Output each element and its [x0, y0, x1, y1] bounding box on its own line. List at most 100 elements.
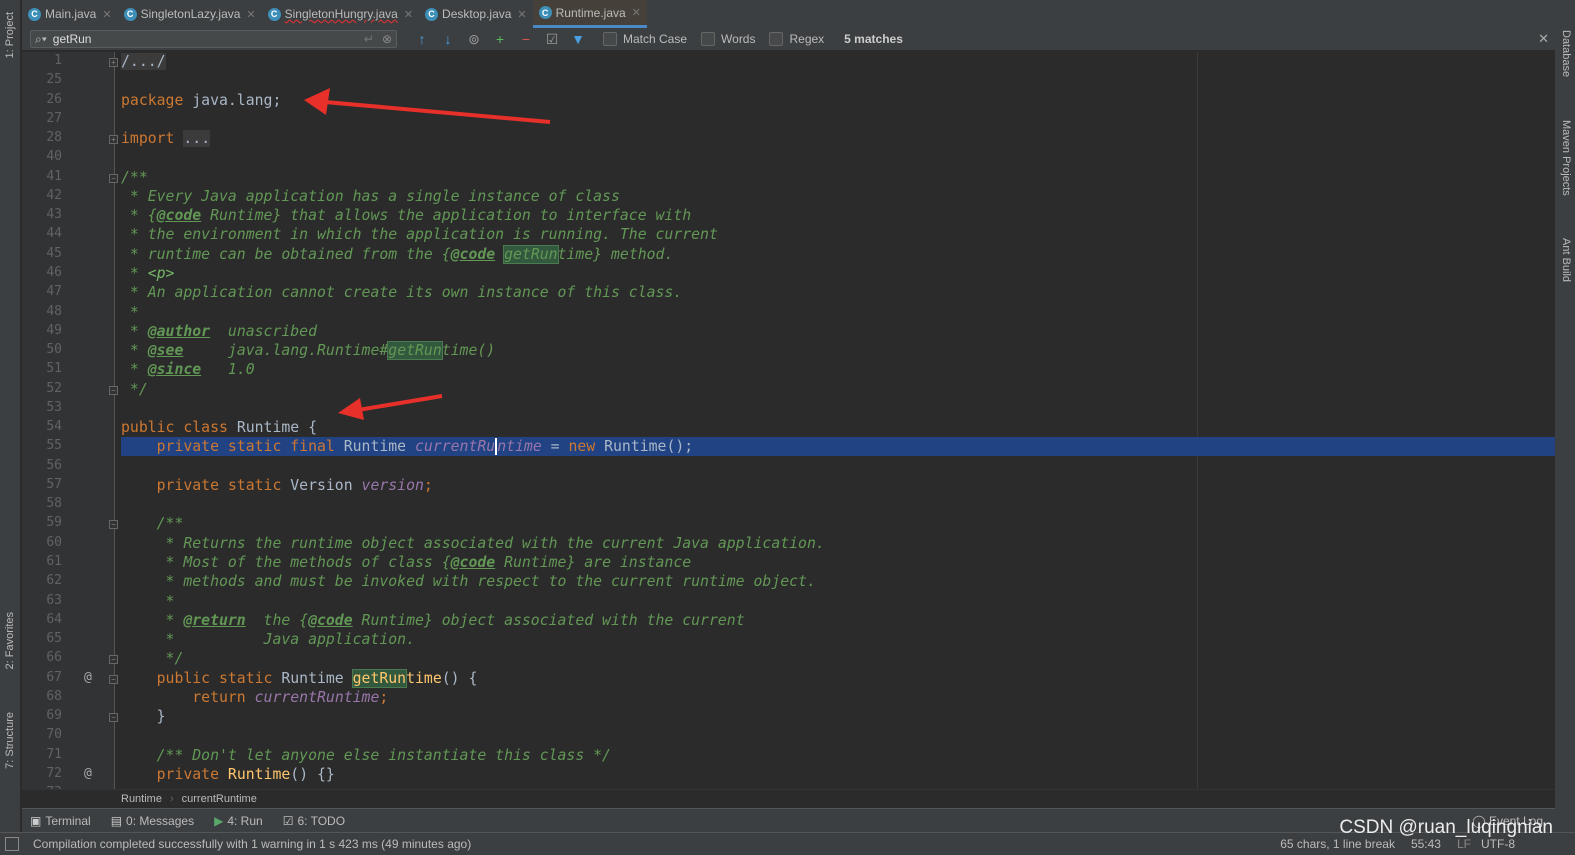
tab-singletonhungry-java[interactable]: C SingletonHungry.java ✕	[262, 0, 419, 28]
words-checkbox[interactable]: Words	[701, 32, 755, 46]
fold-marker-icon[interactable]: −	[109, 674, 118, 684]
code-line[interactable]: * runtime can be obtained from the {@cod…	[121, 244, 1555, 264]
code-token: new	[568, 438, 596, 456]
clear-icon[interactable]: ⊗	[382, 32, 392, 46]
ant-build-tool-button[interactable]: Ant Build	[1560, 238, 1572, 282]
code-line[interactable]: /.../	[121, 52, 1555, 71]
code-line[interactable]: /** Don't let anyone else instantiate th…	[121, 746, 1555, 765]
select-all-occurrences-icon[interactable]: ☑	[541, 29, 563, 49]
code-line[interactable]: public static Runtime getRuntime() {	[121, 668, 1555, 688]
code-line[interactable]: * @return the {@code Runtime} object ass…	[121, 611, 1555, 630]
line-number: 42	[46, 187, 62, 203]
code-line[interactable]: * methods and must be invoked with respe…	[121, 572, 1555, 591]
code-line[interactable]	[121, 457, 1555, 476]
breadcrumb: Runtime › currentRuntime	[22, 789, 1555, 808]
next-match-icon[interactable]: ↓	[437, 29, 459, 49]
match-case-checkbox[interactable]: Match Case	[603, 32, 687, 46]
code-line[interactable]: public class Runtime {	[121, 418, 1555, 437]
remove-selection-icon[interactable]: −	[515, 29, 537, 49]
code-line[interactable]: private static final Runtime currentRu nt…	[121, 437, 1555, 457]
code-line[interactable]: package java.lang;	[121, 91, 1555, 110]
close-tab-icon[interactable]: ✕	[102, 8, 111, 21]
search-input[interactable]	[52, 32, 364, 46]
tab-singletonlazy-java[interactable]: C SingletonLazy.java ✕	[118, 0, 262, 28]
find-all-icon[interactable]: ⊚	[463, 29, 485, 49]
fold-marker-icon[interactable]: −	[109, 713, 118, 723]
code-token: currentRuntime	[254, 688, 380, 706]
close-tab-icon[interactable]: ✕	[404, 8, 413, 21]
code-line[interactable]: * <p>	[121, 264, 1555, 283]
breadcrumb-class[interactable]: Runtime	[121, 793, 162, 805]
fold-marker-icon[interactable]: −	[109, 520, 118, 530]
maven-tool-button[interactable]: Maven Projects	[1560, 120, 1572, 196]
code-line[interactable]: /**	[121, 514, 1555, 533]
tab-runtime-java[interactable]: C Runtime.java ✕	[532, 0, 647, 28]
caret-position[interactable]: 55:43	[1411, 837, 1441, 851]
close-icon[interactable]: ✕	[1538, 31, 1549, 47]
structure-tool-button[interactable]: 7: Structure	[4, 712, 16, 769]
code-line[interactable]: */	[121, 649, 1555, 668]
override-marker-icon[interactable]: @	[84, 766, 92, 781]
filter-icon[interactable]: ▼	[567, 29, 589, 49]
code-line[interactable]	[121, 399, 1555, 418]
code-line[interactable]: *	[121, 303, 1555, 322]
code-line[interactable]	[121, 726, 1555, 745]
file-encoding[interactable]: UTF-8	[1481, 837, 1515, 851]
code-line[interactable]: private static Version version;	[121, 476, 1555, 495]
code-line[interactable]: import ...	[121, 129, 1555, 148]
code-line[interactable]: * An application cannot create its own i…	[121, 283, 1555, 302]
breadcrumb-separator: ›	[169, 793, 174, 805]
tool--messages[interactable]: ▤ 0: Messages	[111, 814, 194, 828]
fold-marker-icon[interactable]: +	[109, 135, 118, 145]
search-field[interactable]: ⌕▾ ↵ ⊗	[30, 30, 397, 48]
code-line[interactable]: }	[121, 707, 1555, 726]
close-tab-icon[interactable]: ✕	[246, 8, 255, 21]
regex-checkbox[interactable]: Regex	[769, 32, 824, 46]
code-line[interactable]: * Every Java application has a single in…	[121, 187, 1555, 206]
code-line[interactable]: * @see java.lang.Runtime#getRuntime()	[121, 341, 1555, 361]
project-tool-button[interactable]: 1: Project	[4, 12, 16, 58]
code-line[interactable]: return currentRuntime;	[121, 688, 1555, 707]
favorites-tool-button[interactable]: 2: Favorites	[4, 612, 16, 669]
tab-desktop-java[interactable]: C Desktop.java ✕	[419, 0, 533, 28]
code-line[interactable]: */	[121, 380, 1555, 399]
tool-label: 4: Run	[227, 813, 263, 828]
code-token: Runtime();	[595, 438, 694, 456]
code-editor[interactable]: 1 +25 26 27 28 +40 41 − 42 43 44 45 46 47 48 49 50 51 52 − 5…	[22, 52, 1555, 789]
code-line[interactable]	[121, 71, 1555, 90]
override-marker-icon[interactable]: @	[84, 670, 92, 685]
toggle-panels-icon[interactable]	[5, 837, 19, 851]
line-separator[interactable]: LF	[1457, 837, 1471, 851]
fold-marker-icon[interactable]: −	[109, 173, 118, 183]
tool--run[interactable]: ▶ 4: Run	[214, 814, 263, 828]
left-tool-strip: 1: Project 2: Favorites 7: Structure	[0, 0, 21, 855]
code-token: time()	[441, 342, 496, 360]
database-tool-button[interactable]: Database	[1560, 30, 1572, 77]
fold-marker-icon[interactable]: −	[109, 655, 118, 665]
previous-match-icon[interactable]: ↑	[411, 29, 433, 49]
fold-marker-icon[interactable]: −	[109, 385, 118, 395]
code-line[interactable]: *	[121, 592, 1555, 611]
close-tab-icon[interactable]: ✕	[632, 6, 641, 19]
code-line[interactable]	[121, 148, 1555, 167]
code-line[interactable]: private Runtime() {}	[121, 765, 1555, 784]
code-line[interactable]: * Java application.	[121, 630, 1555, 649]
find-bar: ⌕▾ ↵ ⊗ ↑ ↓ ⊚ + − ☑ ▼ Match Case Words Re…	[22, 28, 1555, 51]
code-line[interactable]	[121, 495, 1555, 514]
code-line[interactable]: * @since 1.0	[121, 360, 1555, 379]
code-line[interactable]: * the environment in which the applicati…	[121, 225, 1555, 244]
code-line[interactable]: * @author unascribed	[121, 322, 1555, 341]
tool--todo[interactable]: ☑ 6: TODO	[283, 814, 345, 828]
tool-terminal[interactable]: ▣ Terminal	[30, 814, 91, 828]
code-line[interactable]: * {@code Runtime} that allows the applic…	[121, 206, 1555, 225]
fold-marker-icon[interactable]: +	[109, 58, 118, 67]
code-token: 1.0	[201, 361, 255, 379]
close-tab-icon[interactable]: ✕	[517, 8, 526, 21]
code-line[interactable]: * Returns the runtime object associated …	[121, 534, 1555, 553]
breadcrumb-field[interactable]: currentRuntime	[182, 793, 257, 805]
add-selection-icon[interactable]: +	[489, 29, 511, 49]
tab-main-java[interactable]: C Main.java ✕	[22, 0, 118, 28]
code-line[interactable]: * Most of the methods of class {@code Ru…	[121, 553, 1555, 572]
code-line[interactable]	[121, 110, 1555, 129]
code-line[interactable]: /**	[121, 168, 1555, 187]
